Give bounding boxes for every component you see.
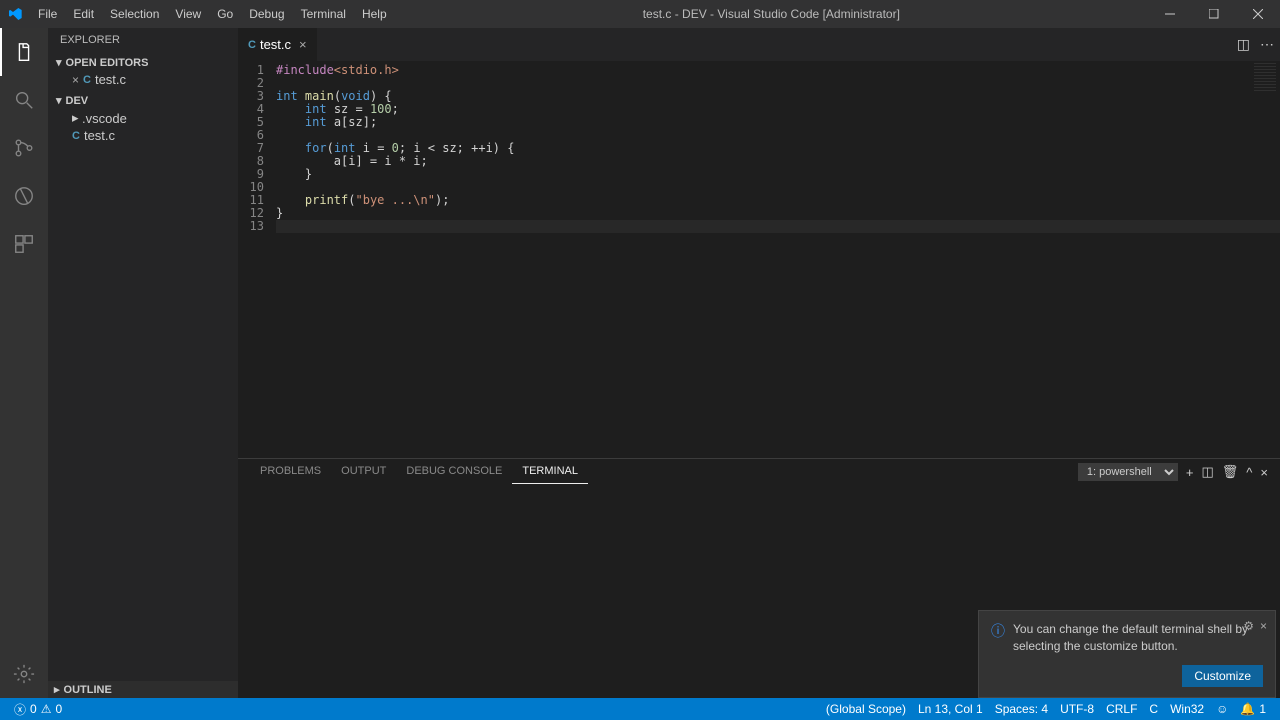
info-icon: ⓘ — [991, 621, 1005, 641]
status-bar: ⓧ0 ⚠0 (Global Scope) Ln 13, Col 1 Spaces… — [0, 698, 1280, 720]
editor-area: C test.c × ◫ ⋯ 1 2 3 4 5 6 7 8 9 10 11 — [238, 28, 1280, 698]
terminal-selector[interactable]: 1: powershell — [1078, 463, 1178, 481]
status-encoding[interactable]: UTF-8 — [1054, 702, 1100, 716]
menu-go[interactable]: Go — [209, 0, 241, 28]
tab-bar: C test.c × ◫ ⋯ — [238, 28, 1280, 61]
window-controls — [1148, 0, 1280, 28]
file-name: test.c — [95, 72, 126, 87]
main-area: Explorer ▾ Open Editors × C test.c ▾ DEV… — [0, 28, 1280, 698]
notification-gear-icon[interactable]: ⚙ — [1243, 619, 1254, 633]
activity-bar — [0, 28, 48, 698]
vscode-logo-icon — [0, 6, 30, 22]
code-content[interactable]: #include<stdio.h> int main(void) { int s… — [276, 61, 1280, 458]
open-editor-item[interactable]: × C test.c — [52, 71, 234, 88]
kill-terminal-icon[interactable]: 🗑 — [1222, 464, 1239, 480]
workspace-label: DEV — [66, 95, 89, 107]
panel-tab-terminal[interactable]: Terminal — [512, 461, 588, 484]
close-panel-icon[interactable]: × — [1260, 465, 1268, 480]
code-editor[interactable]: 1 2 3 4 5 6 7 8 9 10 11 12 13 #include<s… — [238, 61, 1280, 458]
menu-edit[interactable]: Edit — [65, 0, 102, 28]
panel-tab-problems[interactable]: Problems — [250, 461, 331, 483]
file-name: test.c — [84, 128, 115, 143]
status-language[interactable]: C — [1143, 702, 1164, 716]
chevron-right-icon: ▸ — [72, 110, 80, 126]
explorer-icon[interactable] — [0, 28, 48, 76]
chevron-down-icon: ▾ — [56, 94, 62, 107]
close-icon[interactable]: × — [299, 37, 307, 52]
maximize-button[interactable] — [1192, 0, 1236, 28]
status-feedback[interactable]: ☺ — [1210, 702, 1234, 716]
menu-file[interactable]: File — [30, 0, 65, 28]
more-actions-icon[interactable]: ⋯ — [1260, 36, 1274, 53]
menu-bar: File Edit Selection View Go Debug Termin… — [30, 0, 395, 28]
menu-terminal[interactable]: Terminal — [293, 0, 354, 28]
minimize-button[interactable] — [1148, 0, 1192, 28]
open-editors-header[interactable]: ▾ Open Editors — [52, 54, 234, 71]
status-cursor[interactable]: Ln 13, Col 1 — [912, 702, 989, 716]
notification-close-icon[interactable]: × — [1260, 619, 1267, 633]
editor-tab[interactable]: C test.c × — [238, 28, 318, 61]
maximize-panel-icon[interactable]: ^ — [1246, 465, 1252, 480]
extensions-icon[interactable] — [0, 220, 48, 268]
folder-item[interactable]: ▸ .vscode — [52, 109, 234, 127]
status-indent[interactable]: Spaces: 4 — [989, 702, 1054, 716]
title-bar: File Edit Selection View Go Debug Termin… — [0, 0, 1280, 28]
panel-tab-debug-console[interactable]: Debug Console — [396, 461, 512, 483]
sidebar-title: Explorer — [48, 28, 238, 52]
new-terminal-icon[interactable]: + — [1186, 465, 1194, 480]
c-file-icon: C — [248, 39, 256, 51]
close-icon[interactable]: × — [72, 73, 79, 87]
workspace-header[interactable]: ▾ DEV — [52, 92, 234, 109]
error-icon: ⓧ — [14, 701, 26, 718]
chevron-down-icon: ▾ — [56, 56, 62, 69]
open-editors-label: Open Editors — [66, 57, 149, 69]
settings-gear-icon[interactable] — [0, 650, 48, 698]
sidebar: Explorer ▾ Open Editors × C test.c ▾ DEV… — [48, 28, 238, 698]
outline-header[interactable]: ▸ Outline — [48, 681, 238, 698]
c-file-icon: C — [83, 74, 91, 86]
menu-selection[interactable]: Selection — [102, 0, 167, 28]
panel-tab-output[interactable]: Output — [331, 461, 396, 483]
debug-icon[interactable] — [0, 172, 48, 220]
window-title: test.c - DEV - Visual Studio Code [Admin… — [395, 7, 1148, 21]
tab-label: test.c — [260, 37, 291, 52]
menu-help[interactable]: Help — [354, 0, 395, 28]
split-editor-icon[interactable]: ◫ — [1237, 36, 1250, 53]
c-file-icon: C — [72, 130, 80, 142]
chevron-right-icon: ▸ — [54, 683, 60, 696]
warning-icon: ⚠ — [41, 702, 52, 716]
file-item[interactable]: C test.c — [52, 127, 234, 144]
customize-button[interactable]: Customize — [1182, 665, 1263, 687]
status-eol[interactable]: CRLF — [1100, 702, 1143, 716]
split-terminal-icon[interactable]: ◫ — [1201, 464, 1213, 480]
status-errors[interactable]: ⓧ0 ⚠0 — [8, 701, 68, 718]
notification-toast: ⚙ × ⓘ You can change the default termina… — [978, 610, 1276, 698]
status-scope[interactable]: (Global Scope) — [820, 702, 912, 716]
panel-tabs: Problems Output Debug Console Terminal 1… — [238, 459, 1280, 485]
bell-icon: 🔔 — [1240, 702, 1255, 716]
outline-label: Outline — [64, 684, 112, 696]
minimap[interactable] — [1254, 63, 1276, 93]
status-notifications[interactable]: 🔔 1 — [1234, 702, 1272, 716]
menu-debug[interactable]: Debug — [241, 0, 292, 28]
menu-view[interactable]: View — [167, 0, 209, 28]
status-platform[interactable]: Win32 — [1164, 702, 1210, 716]
notification-text: You can change the default terminal shel… — [1013, 621, 1263, 655]
line-gutter: 1 2 3 4 5 6 7 8 9 10 11 12 13 — [238, 61, 276, 458]
search-icon[interactable] — [0, 76, 48, 124]
source-control-icon[interactable] — [0, 124, 48, 172]
folder-name: .vscode — [82, 111, 127, 126]
close-button[interactable] — [1236, 0, 1280, 28]
